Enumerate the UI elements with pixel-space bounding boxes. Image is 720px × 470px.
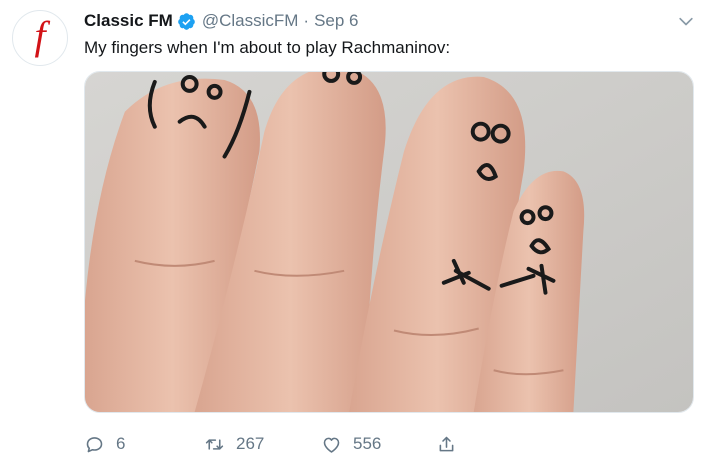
like-button[interactable]: 556 — [321, 434, 436, 455]
timestamp[interactable]: Sep 6 — [314, 11, 358, 31]
share-icon — [439, 436, 454, 451]
retweet-icon — [205, 438, 224, 450]
heart-icon — [323, 437, 340, 453]
retweet-button[interactable]: 267 — [204, 434, 321, 455]
avatar-logo: f — [34, 13, 46, 58]
like-count: 556 — [353, 434, 382, 453]
reply-count: 6 — [116, 434, 126, 453]
reply-button[interactable]: 6 — [84, 434, 204, 455]
handle[interactable]: @ClassicFM — [202, 11, 299, 31]
verified-badge-icon — [177, 12, 195, 30]
share-button[interactable] — [436, 434, 457, 455]
tweet-photo[interactable] — [84, 71, 694, 413]
tweet-text: My fingers when I'm about to play Rachma… — [84, 38, 451, 57]
display-name[interactable]: Classic FM — [84, 11, 173, 31]
tweet-header: Classic FM @ClassicFM · Sep 6 — [84, 10, 359, 32]
retweet-count: 267 — [236, 434, 265, 453]
separator-dot: · — [303, 11, 310, 30]
tweet-actions: 6 267 556 — [84, 430, 457, 458]
avatar[interactable]: f — [12, 10, 68, 66]
reply-icon — [86, 436, 103, 452]
chevron-down-icon[interactable] — [676, 12, 696, 32]
